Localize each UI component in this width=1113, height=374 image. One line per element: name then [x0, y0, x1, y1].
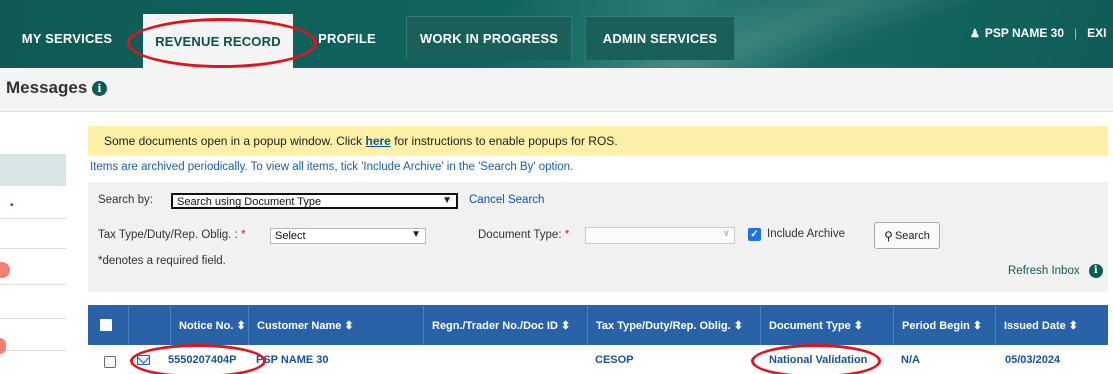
column-header-tax-type[interactable]: Tax Type/Duty/Rep. Oblig. ⬍	[587, 305, 760, 345]
sidebar-divider	[0, 248, 66, 249]
info-icon[interactable]: i	[92, 81, 108, 97]
table-header: Notice No. ⬍ Customer Name ⬍ Regn./Trade…	[88, 305, 1108, 345]
select-all-checkbox[interactable]	[100, 319, 112, 331]
sidebar-divider	[0, 350, 66, 351]
sidebar-bullet-icon: •	[10, 200, 14, 211]
notice-suffix: for instructions to enable popups for RO…	[390, 134, 618, 148]
required-marker: *	[564, 229, 570, 241]
sidebar: •	[0, 112, 66, 374]
user-separator: |	[1074, 26, 1078, 40]
tab-admin-services[interactable]: ADMIN SERVICES	[585, 16, 735, 60]
cell-customer-name: PSP NAME 30	[256, 354, 329, 366]
row-checkbox[interactable]	[104, 356, 116, 368]
chevron-down-icon: ∨	[722, 228, 730, 239]
select-all-column[interactable]	[88, 305, 128, 345]
column-header-regn[interactable]: Regn./Trader No./Doc ID ⬍	[423, 305, 587, 345]
refresh-inbox-link[interactable]: Refresh Inbox i	[1008, 264, 1103, 278]
tab-work-in-progress[interactable]: WORK IN PROGRESS	[406, 16, 572, 60]
page-title-bar: Messages i	[0, 68, 1113, 112]
annotation-oval-document-type	[751, 344, 881, 374]
tab-my-services[interactable]: MY SERVICES	[14, 16, 120, 60]
include-archive-label[interactable]: Include Archive	[767, 228, 845, 240]
sidebar-divider	[0, 284, 66, 285]
document-type-select[interactable]: ∨	[585, 227, 735, 244]
search-button-label: Search	[894, 229, 930, 242]
search-by-select[interactable]: Search using Document Type ▼	[171, 193, 458, 209]
cell-issued-date: 05/03/2024	[1005, 354, 1061, 366]
search-button[interactable]: ⚲ Search	[874, 222, 940, 249]
info-icon: i	[1088, 264, 1103, 278]
tax-type-value: Select	[275, 230, 306, 242]
page-title: Messages i	[6, 78, 108, 98]
column-header-customer-name[interactable]: Customer Name ⬍	[248, 305, 423, 345]
user-name[interactable]: PSP NAME 30	[985, 26, 1064, 40]
required-note: *denotes a required field.	[98, 255, 226, 267]
column-header-issued-date[interactable]: Issued Date ⬍	[995, 305, 1108, 345]
search-by-label: Search by:	[98, 194, 153, 206]
cell-tax-type: CESOP	[595, 354, 634, 366]
required-marker: *	[240, 229, 246, 241]
sidebar-selected-item[interactable]	[0, 154, 66, 186]
user-icon: ♟	[970, 27, 980, 40]
column-header-period-begin[interactable]: Period Begin ⬍	[893, 305, 995, 345]
archive-message: Items are archived periodically. To view…	[90, 161, 574, 173]
refresh-inbox-label: Refresh Inbox	[1008, 265, 1080, 278]
tax-type-select[interactable]: Select ▼	[270, 228, 426, 244]
search-by-value: Search using Document Type	[177, 196, 322, 208]
exit-link[interactable]: EXI	[1087, 26, 1106, 40]
annotation-oval-revenue-record	[127, 18, 317, 68]
page-title-text: Messages	[6, 78, 88, 97]
tax-type-label: Tax Type/Duty/Rep. Oblig. : *	[98, 229, 245, 241]
search-icon: ⚲	[884, 228, 893, 243]
cell-period-begin: N/A	[901, 354, 920, 366]
sidebar-divider	[0, 218, 66, 219]
annotation-oval-notice-no	[130, 344, 266, 374]
notice-here-link[interactable]: here	[366, 134, 391, 148]
tax-type-label-text: Tax Type/Duty/Rep. Oblig. :	[98, 229, 238, 241]
cancel-search-link[interactable]: Cancel Search	[469, 194, 544, 206]
tab-profile[interactable]: PROFILE	[310, 16, 384, 60]
popup-notice-banner: Some documents open in a popup window. C…	[88, 126, 1108, 156]
search-panel: Search by: Search using Document Type ▼ …	[88, 182, 1108, 292]
document-type-label: Document Type: *	[478, 229, 569, 241]
user-block: ♟ PSP NAME 30 | EXI	[970, 26, 1107, 40]
include-archive-checkbox[interactable]: ✓	[748, 228, 761, 241]
notice-prefix: Some documents open in a popup window. C…	[104, 134, 366, 148]
chevron-down-icon: ▼	[442, 195, 452, 206]
column-spacer	[128, 305, 170, 345]
column-header-document-type[interactable]: Document Type ⬍	[760, 305, 893, 345]
document-type-label-text: Document Type:	[478, 229, 562, 241]
sidebar-divider	[0, 318, 66, 319]
column-header-notice-no[interactable]: Notice No. ⬍	[170, 305, 248, 345]
chevron-down-icon: ▼	[411, 229, 421, 240]
